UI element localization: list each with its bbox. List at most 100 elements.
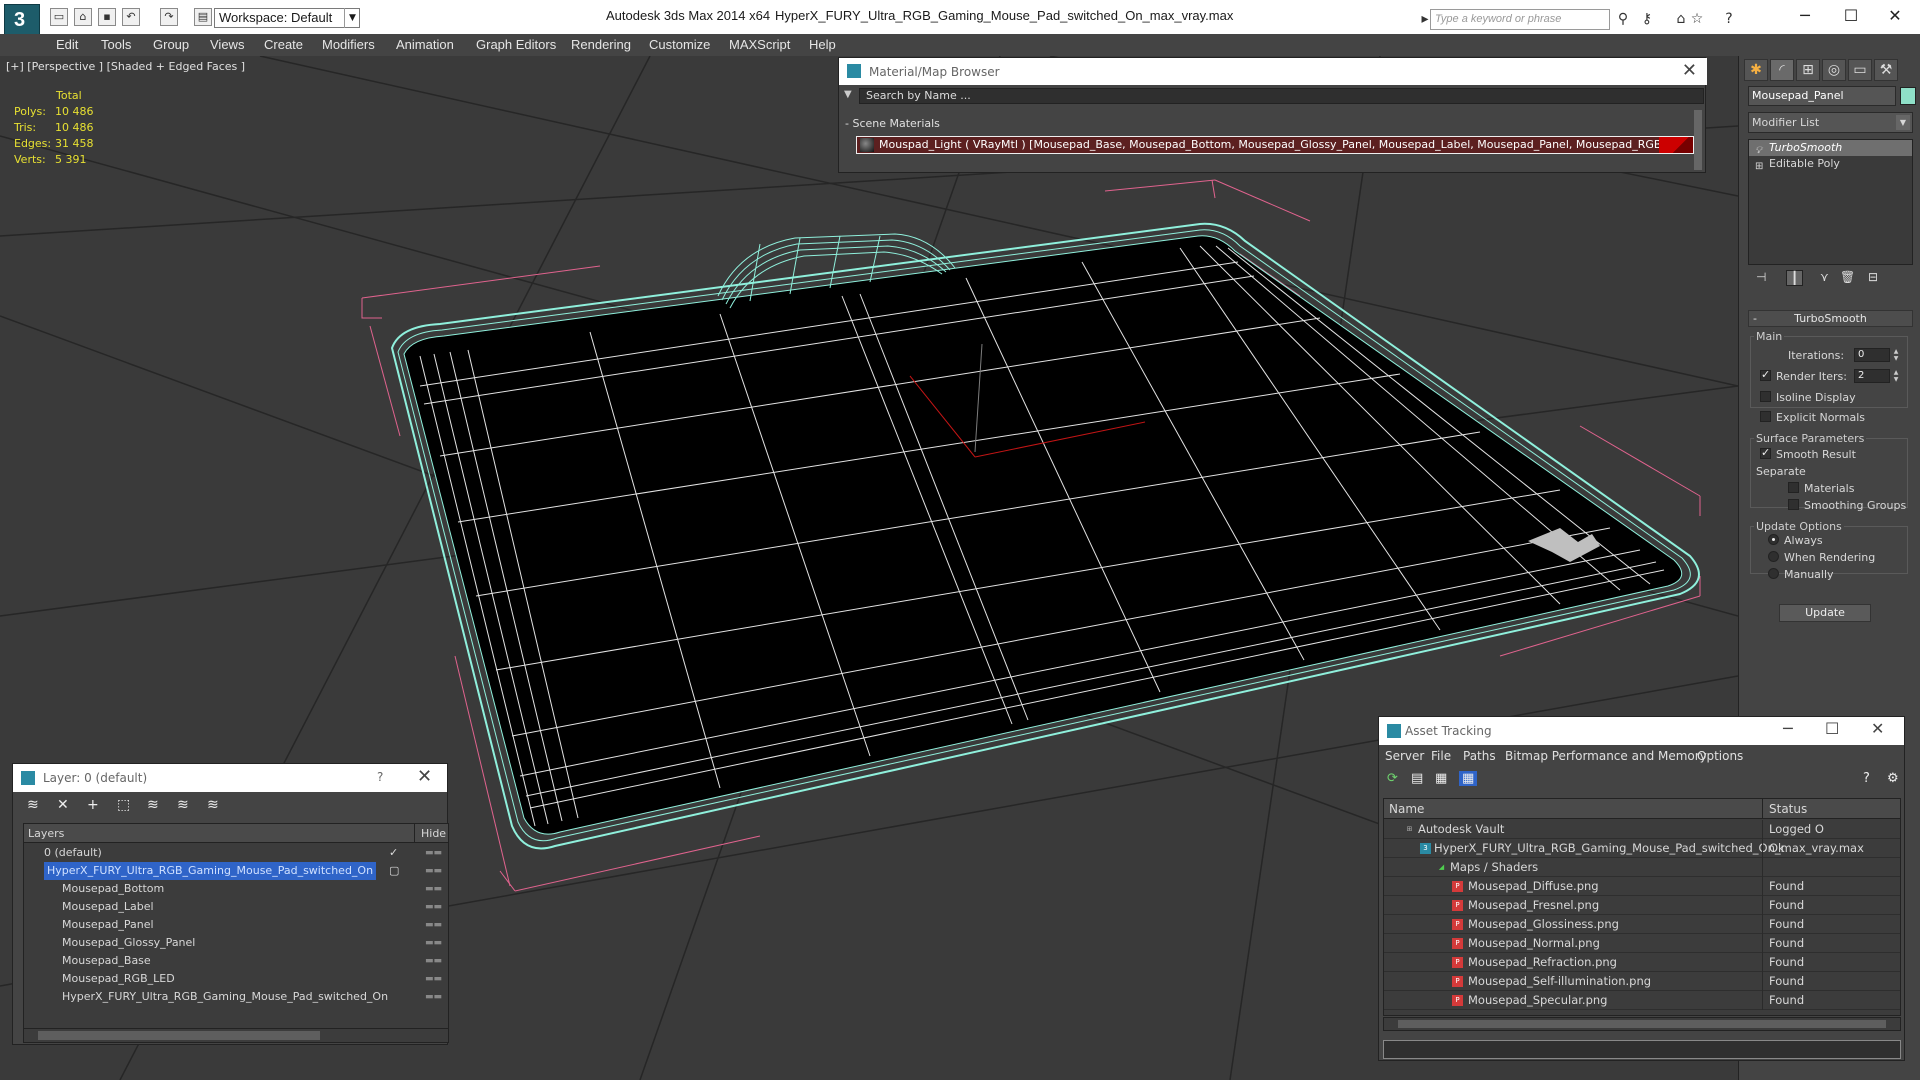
chevron-down-icon[interactable]: ▼ — [1896, 115, 1910, 130]
object-name-field[interactable]: Mousepad_Panel — [1748, 86, 1896, 106]
highlight-selected-icon[interactable]: ≋ — [147, 797, 159, 813]
material-row[interactable]: Mouspad_Light ( VRayMtl ) [Mousepad_Base… — [856, 136, 1694, 154]
show-end-result-icon[interactable]: ┃ — [1786, 270, 1804, 286]
status-column-header[interactable]: Status — [1769, 802, 1807, 816]
horizontal-scrollbar[interactable] — [24, 1028, 448, 1042]
search-input[interactable]: Type a keyword or phrase — [1430, 9, 1610, 30]
close-icon[interactable]: ✕ — [1880, 4, 1910, 28]
close-icon[interactable]: ✕ — [1871, 719, 1884, 738]
always-radio[interactable] — [1768, 534, 1779, 545]
menu-graph-editors[interactable]: Graph Editors — [476, 37, 556, 52]
add-to-layer-icon[interactable]: + — [87, 797, 99, 813]
stack-item-turbosmooth[interactable]: 💡︎ TurboSmooth — [1749, 140, 1912, 156]
help-icon[interactable]: ? — [377, 770, 383, 784]
menu-maxscript[interactable]: MAXScript — [729, 37, 790, 52]
search-by-name-input[interactable]: Search by Name ... — [859, 88, 1704, 104]
workspace-dropdown[interactable]: Workspace: Default — [214, 8, 360, 28]
layer-row[interactable]: 0 (default) ✓ ▬▬ — [24, 844, 442, 862]
pin-stack-icon[interactable]: ⊣ — [1756, 270, 1766, 284]
viewport-label[interactable]: [+] [Perspective ] [Shaded + Edged Faces… — [6, 60, 245, 73]
app-logo-button[interactable]: 3 — [4, 4, 40, 38]
layer-row[interactable]: Mousepad_RGB_LED ▬▬ — [24, 970, 442, 988]
close-icon[interactable]: ✕ — [1682, 60, 1697, 81]
help-icon[interactable]: ? — [1863, 771, 1870, 786]
project-folder-icon[interactable]: ▤ — [194, 8, 212, 26]
rollout-title[interactable]: - TurboSmooth — [1748, 310, 1913, 327]
create-tab-icon[interactable]: ✱ — [1744, 59, 1768, 81]
help-icon[interactable]: ? — [1720, 10, 1738, 28]
scrollbar[interactable] — [1694, 110, 1702, 170]
hierarchy-tab-icon[interactable]: ⊞ — [1796, 59, 1820, 81]
scene-materials-section[interactable]: - Scene Materials — [845, 117, 940, 130]
layer-select-icon[interactable]: ▢ — [389, 862, 399, 880]
menu-rendering[interactable]: Rendering — [571, 37, 631, 52]
smoothing-groups-checkbox[interactable] — [1788, 499, 1799, 510]
asset-row[interactable]: P Mousepad_Fresnel.png Found — [1384, 896, 1900, 915]
save-file-icon[interactable]: ▪ — [98, 8, 116, 26]
explicit-normals-checkbox[interactable] — [1760, 411, 1771, 422]
scrollbar-thumb[interactable] — [38, 1031, 320, 1040]
maximize-icon[interactable]: ☐ — [1836, 4, 1866, 28]
redo-icon[interactable]: ↷ — [160, 8, 178, 26]
menu-modifiers[interactable]: Modifiers — [322, 37, 375, 52]
name-column-header[interactable]: Name — [1389, 802, 1424, 816]
maximize-icon[interactable]: ☐ — [1825, 719, 1839, 738]
minimize-icon[interactable]: ─ — [1783, 719, 1793, 738]
asset-row[interactable]: 3 HyperX_FURY_Ultra_RGB_Gaming_Mouse_Pad_… — [1384, 839, 1900, 858]
smooth-result-checkbox[interactable] — [1760, 446, 1771, 459]
freeze-all-layers-icon[interactable]: ≋ — [207, 797, 219, 813]
manually-radio[interactable] — [1768, 568, 1779, 579]
menu-server[interactable]: Server — [1385, 749, 1424, 763]
object-color-swatch[interactable] — [1900, 87, 1916, 105]
asset-row[interactable]: P Mousepad_Refraction.png Found — [1384, 953, 1900, 972]
key-icon[interactable]: ⚷ — [1638, 10, 1656, 28]
modify-tab-icon[interactable]: ◜ — [1770, 59, 1794, 81]
menu-options[interactable]: Options — [1697, 749, 1743, 763]
modifier-list-dropdown[interactable]: Modifier List ▼ — [1748, 112, 1913, 133]
horizontal-scrollbar[interactable] — [1383, 1017, 1901, 1031]
menu-animation[interactable]: Animation — [396, 37, 454, 52]
options-triangle-icon[interactable]: ▼ — [844, 89, 852, 100]
scrollbar-thumb[interactable] — [1398, 1020, 1886, 1028]
create-layer-icon[interactable]: ≋ — [27, 797, 39, 813]
layer-row[interactable]: Mousepad_Glossy_Panel ▬▬ — [24, 934, 442, 952]
menu-paths[interactable]: Paths — [1463, 749, 1496, 763]
layer-row[interactable]: Mousepad_Bottom ▬▬ — [24, 880, 442, 898]
when-rendering-radio[interactable] — [1768, 551, 1779, 562]
chevron-down-icon[interactable]: ▼ — [344, 8, 360, 28]
thumbnail-view-icon[interactable]: ▦ — [1435, 771, 1447, 786]
asset-row[interactable]: P Mousepad_Normal.png Found — [1384, 934, 1900, 953]
table-view-icon[interactable]: ▦ — [1459, 771, 1478, 786]
asset-path-field[interactable] — [1383, 1040, 1901, 1059]
menu-views[interactable]: Views — [210, 37, 244, 52]
star-icon[interactable]: ☆ — [1688, 10, 1706, 28]
make-unique-icon[interactable]: ⋎ — [1820, 270, 1829, 284]
menu-file[interactable]: File — [1431, 749, 1451, 763]
render-iters-checkbox[interactable] — [1760, 368, 1771, 381]
layer-row[interactable]: HyperX_FURY_Ultra_RGB_Gaming_Mouse_Pad_s… — [24, 988, 442, 1006]
asset-row[interactable]: ◢ Maps / Shaders — [1384, 858, 1900, 877]
layer-row[interactable]: HyperX_FURY_Ultra_RGB_Gaming_Mouse_Pad_s… — [24, 862, 442, 880]
layers-column-header[interactable]: Layers — [28, 827, 64, 840]
undo-icon[interactable]: ↶ — [122, 8, 140, 26]
delete-layer-icon[interactable]: ✕ — [57, 797, 69, 813]
menu-tools[interactable]: Tools — [101, 37, 131, 52]
menu-bitmap-performance[interactable]: Bitmap Performance and Memory — [1505, 749, 1707, 763]
spinner-arrows-icon[interactable]: ▲ ▼ — [1892, 369, 1900, 383]
close-icon[interactable]: ✕ — [417, 766, 432, 787]
minimize-icon[interactable]: ─ — [1790, 4, 1820, 28]
layer-row[interactable]: Mousepad_Base ▬▬ — [24, 952, 442, 970]
select-objects-icon[interactable]: ⬚ — [117, 797, 130, 813]
hide-column-header[interactable]: Hide — [421, 827, 446, 840]
iterations-spinner[interactable]: 0 — [1854, 348, 1890, 362]
expand-plus-icon[interactable]: ⊞ — [1755, 159, 1763, 175]
remove-modifier-icon[interactable]: 🗑︎ — [1840, 270, 1855, 284]
asset-row[interactable]: P Mousepad_Self-illumination.png Found — [1384, 972, 1900, 991]
isoline-display-checkbox[interactable] — [1760, 391, 1771, 402]
layer-row[interactable]: Mousepad_Panel ▬▬ — [24, 916, 442, 934]
new-file-icon[interactable]: ▭ — [50, 8, 68, 26]
asset-row[interactable]: P Mousepad_Specular.png Found — [1384, 991, 1900, 1010]
stack-item-editable-poly[interactable]: ⊞ Editable Poly — [1749, 156, 1912, 172]
motion-tab-icon[interactable]: ◎ — [1822, 59, 1846, 81]
menu-edit[interactable]: Edit — [56, 37, 78, 52]
